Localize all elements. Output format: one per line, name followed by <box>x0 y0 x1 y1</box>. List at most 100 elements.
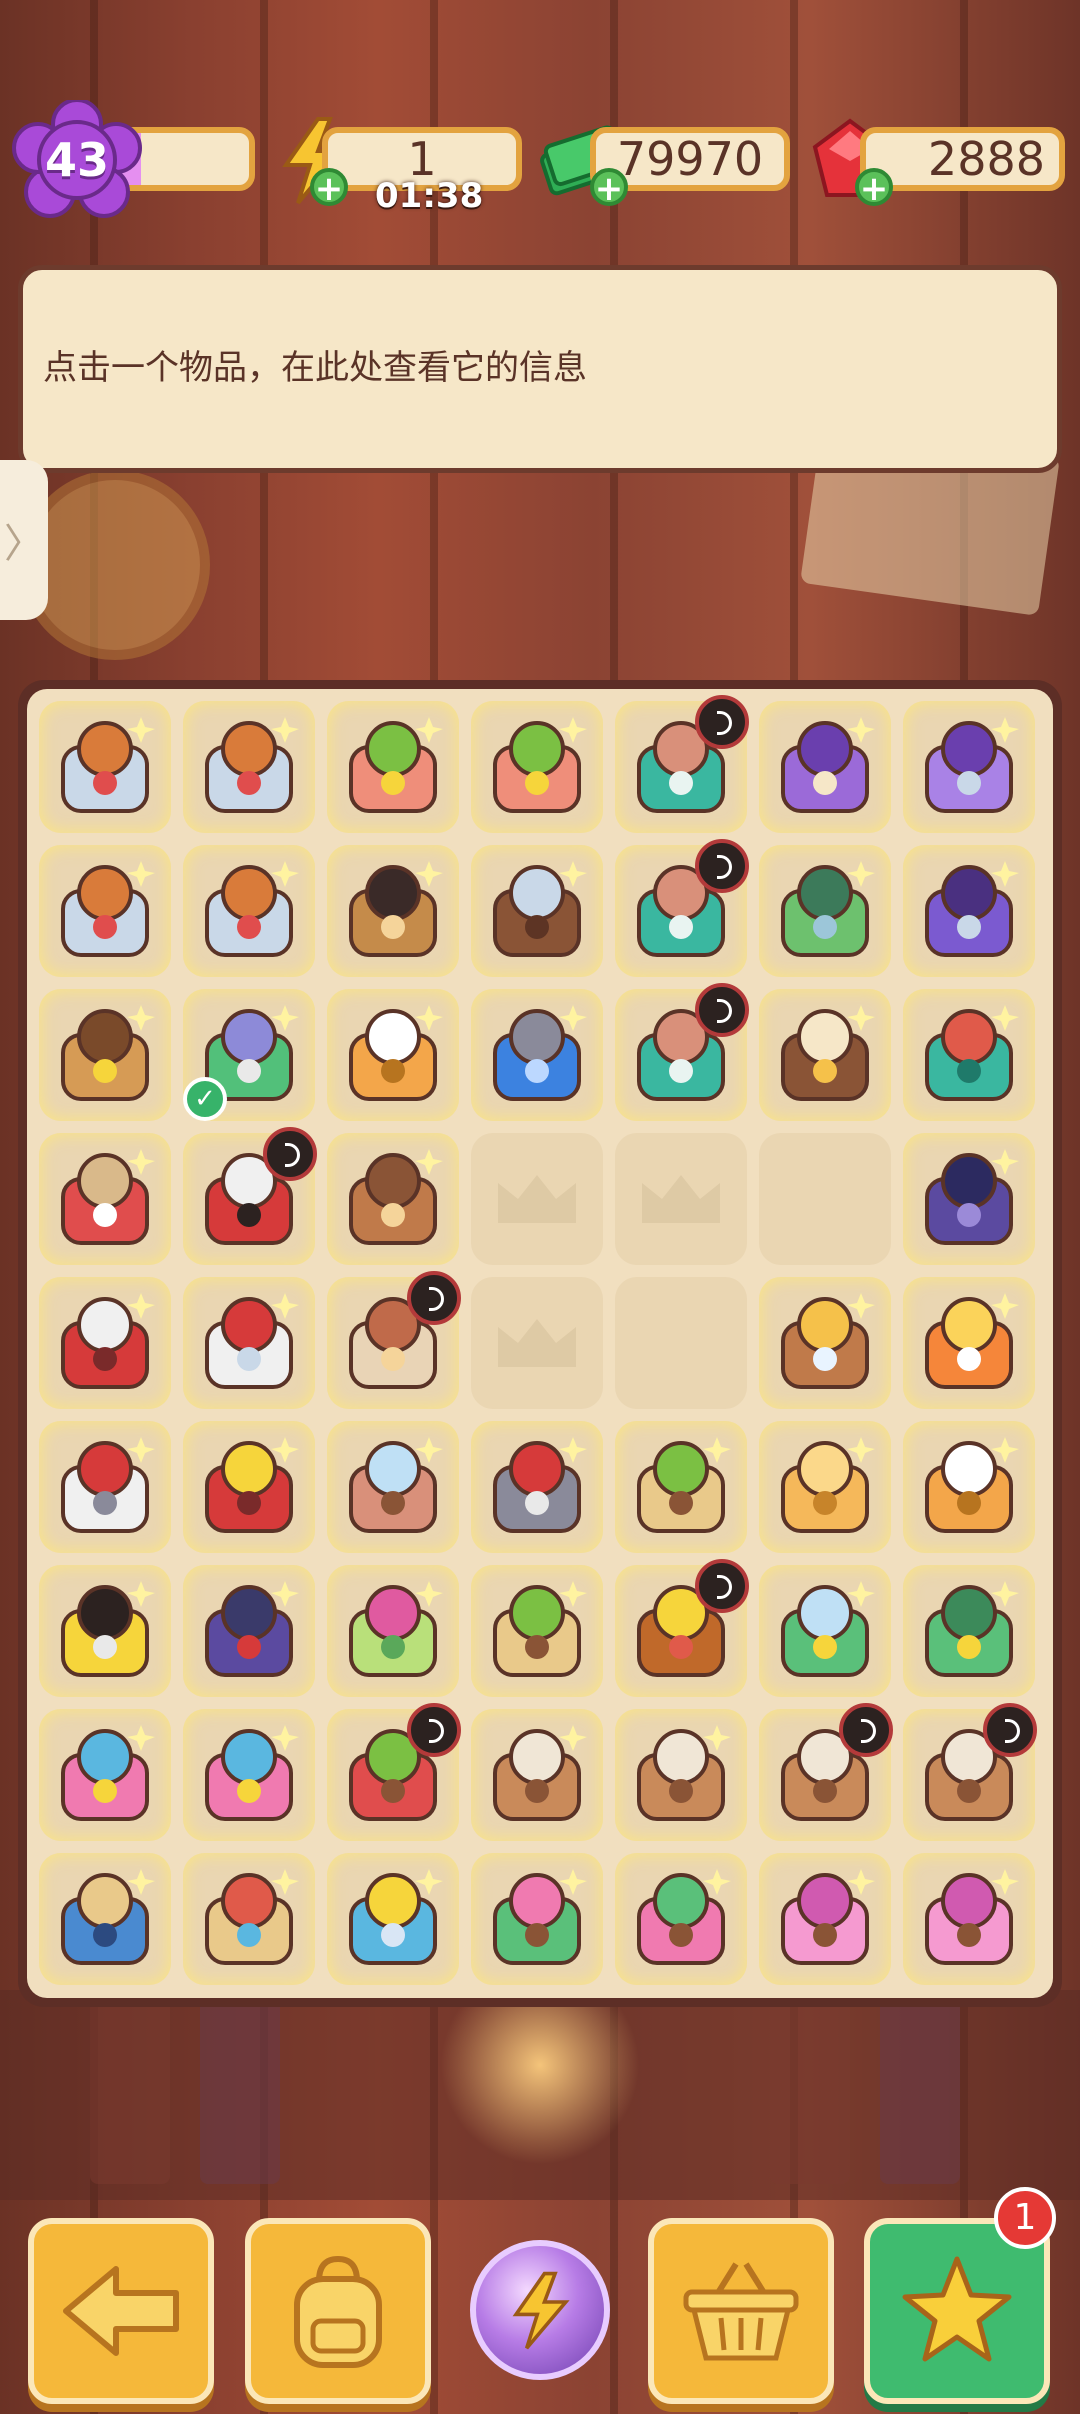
board-item-hourglass-tile[interactable] <box>903 1421 1035 1553</box>
board-item-hand-rake[interactable] <box>471 1421 603 1553</box>
board-item-pottery-shelf[interactable] <box>615 1709 747 1841</box>
empty-board-cell[interactable] <box>471 1277 603 1409</box>
board-item-cash-register-box[interactable] <box>183 1853 315 1985</box>
board-item-purple-jeep[interactable] <box>903 845 1035 977</box>
board-item-fountain-statue[interactable] <box>39 701 171 833</box>
board-item-medkit-bottles[interactable] <box>615 983 749 1121</box>
basket-icon <box>683 2262 799 2361</box>
board-item-green-brush[interactable] <box>759 845 891 977</box>
shop-basket-button[interactable] <box>648 2218 834 2404</box>
board-item-red-flower-planter[interactable] <box>327 1703 461 1841</box>
board-item-medkit-bottles[interactable] <box>615 839 749 977</box>
board-item-red-machine-white[interactable] <box>183 1277 315 1409</box>
board-item-fountain-statue[interactable] <box>39 845 171 977</box>
board-item-flower-basket[interactable] <box>39 1709 171 1841</box>
board-item-fountain-statue[interactable] <box>183 701 315 833</box>
board-item-pink-blossom-tree[interactable] <box>759 1853 891 1985</box>
board-item-empty-flower-pot[interactable] <box>39 989 171 1121</box>
fountain-statue-icon <box>61 861 155 957</box>
pink-blossom-tree-icon <box>781 1869 875 1965</box>
red-machine-white-icon <box>205 1293 299 1389</box>
board-item-red-machine[interactable] <box>39 1277 171 1409</box>
empty-board-cell[interactable] <box>759 1133 891 1265</box>
board-item-plant-crate[interactable] <box>615 1421 747 1553</box>
side-drawer-tab[interactable]: 〉 <box>0 460 48 620</box>
board-item-green-spa-fountain[interactable] <box>759 1565 891 1697</box>
board-item-first-aid-kit[interactable] <box>903 989 1035 1121</box>
energy-orb-button[interactable] <box>470 2240 610 2380</box>
board-item-lipstick-brush[interactable]: ✓ <box>183 989 315 1121</box>
board-item-soap-bottle[interactable] <box>327 1565 459 1697</box>
backpack-button[interactable] <box>245 2218 431 2404</box>
board-item-map-table[interactable] <box>327 1853 459 1985</box>
board-item-green-spa-machine[interactable] <box>903 1565 1035 1697</box>
back-button[interactable] <box>28 2218 214 2404</box>
board-item-fountain-statue[interactable] <box>183 845 315 977</box>
board-item-folding-bike[interactable] <box>183 1565 315 1697</box>
board-item-german-shepherd-dog[interactable] <box>327 845 459 977</box>
red-toolbox-open-icon <box>61 1149 155 1245</box>
board-item-small-vase[interactable] <box>759 1277 891 1409</box>
board-item-striped-vase[interactable] <box>327 1271 461 1409</box>
crown-placeholder-icon <box>498 1319 576 1367</box>
fountain-statue-icon <box>61 717 155 813</box>
green-spa-machine-icon <box>925 1581 1019 1677</box>
cooldown-timer-icon <box>695 983 749 1037</box>
bg-book <box>200 1994 280 2184</box>
bread-slices-icon <box>781 1437 875 1533</box>
board-item-plant-crate[interactable] <box>471 1565 603 1697</box>
bicycle-wheels-icon <box>925 1149 1019 1245</box>
board-item-treasure-chest[interactable] <box>615 1559 749 1697</box>
flower-basket-icon <box>61 1725 155 1821</box>
board-item-white-red-machine[interactable] <box>39 1421 171 1553</box>
board-item-traffic-barrier[interactable] <box>39 1565 171 1697</box>
board-item-green-pink-tree[interactable] <box>471 1853 603 1985</box>
board-item-pottery-shelf[interactable] <box>471 1709 603 1841</box>
board-item-red-toolbox-open[interactable] <box>39 1133 171 1265</box>
board-item-medkit-bottles[interactable] <box>615 695 749 833</box>
add-energy-button[interactable]: + <box>310 168 348 206</box>
board-item-glass-vase[interactable] <box>327 1421 459 1553</box>
pottery-shelf-icon <box>637 1725 731 1821</box>
board-item-potted-yellow-flowers[interactable] <box>327 701 459 833</box>
board-item-pottery-shelf[interactable] <box>759 1703 893 1841</box>
empty-board-cell[interactable] <box>615 1277 747 1409</box>
board-item-paper-scraps[interactable] <box>759 989 891 1121</box>
add-cash-button[interactable]: + <box>590 168 628 206</box>
board-item-flower-basket[interactable] <box>183 1709 315 1841</box>
board-item-hourglass-tile[interactable] <box>327 989 459 1121</box>
empty-board-cell[interactable] <box>471 1133 603 1265</box>
board-item-purple-car[interactable] <box>759 701 891 833</box>
empty-board-cell[interactable] <box>615 1133 747 1265</box>
hand-rake-icon <box>493 1437 587 1533</box>
board-grid: ✓ <box>27 689 1053 1998</box>
small-vase-icon <box>781 1293 875 1389</box>
board-item-purple-helicopter[interactable] <box>903 701 1035 833</box>
board-item-energy-coin[interactable] <box>903 1277 1035 1409</box>
crown-placeholder-icon <box>498 1175 576 1223</box>
green-spa-fountain-icon <box>781 1581 875 1677</box>
board-item-potted-yellow-flowers[interactable] <box>471 701 603 833</box>
board-item-blue-gem-rock[interactable] <box>471 989 603 1121</box>
fountain-statue-icon <box>205 861 299 957</box>
purple-helicopter-icon <box>925 717 1019 813</box>
bg-book <box>880 1994 960 2184</box>
board-item-bicycle-wheels[interactable] <box>903 1133 1035 1265</box>
board-item-red-toolbox[interactable] <box>183 1127 317 1265</box>
board-item-bread-slices[interactable] <box>759 1421 891 1553</box>
first-aid-kit-icon <box>925 1005 1019 1101</box>
board-item-clay-pot[interactable] <box>327 1133 459 1265</box>
notification-badge: 1 <box>994 2187 1056 2249</box>
board-item-blue-safe-box[interactable] <box>39 1853 171 1985</box>
chevron-right-icon: 〉 <box>4 521 44 567</box>
empty-flower-pot-icon <box>61 1005 155 1101</box>
board-item-pink-blossom-tree[interactable] <box>903 1853 1035 1985</box>
board-item-red-kettle[interactable] <box>183 1421 315 1553</box>
board-item-pottery-shelf[interactable] <box>903 1703 1037 1841</box>
potted-yellow-flowers-icon <box>349 717 443 813</box>
board-item-photo-frames[interactable] <box>471 845 603 977</box>
add-gems-button[interactable]: + <box>855 168 893 206</box>
board-item-pink-tree[interactable] <box>615 1853 747 1985</box>
level-badge[interactable]: 43 <box>12 100 142 220</box>
energy-timer: 01:38 <box>375 176 484 216</box>
